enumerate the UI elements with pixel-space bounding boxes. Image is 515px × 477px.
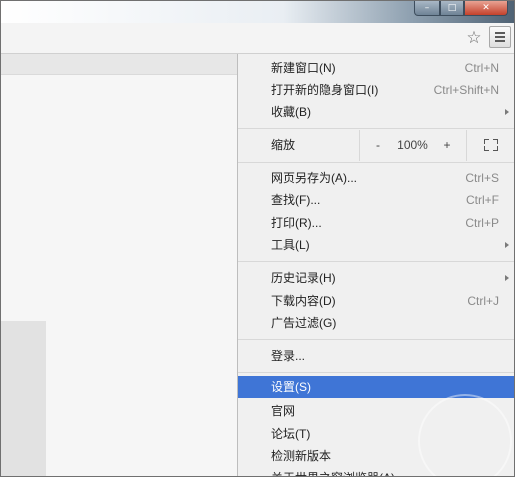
menu-item-shortcut: Ctrl+S — [465, 171, 499, 185]
menu-item-shortcut: Ctrl+N — [464, 61, 499, 75]
menu-separator — [238, 339, 514, 340]
zoom-row: 缩放 - 100% + — [238, 130, 514, 161]
menu-item-shortcut: Ctrl+Shift+N — [433, 83, 499, 97]
menu-item-incognito-window[interactable]: 打开新的隐身窗口(I) Ctrl+Shift+N — [238, 79, 514, 101]
zoom-divider — [466, 130, 467, 161]
menu-item-print[interactable]: 打印(R)... Ctrl+P — [238, 212, 514, 234]
main-menu: 新建窗口(N) Ctrl+N 打开新的隐身窗口(I) Ctrl+Shift+N … — [237, 54, 514, 476]
menu-separator — [238, 372, 514, 373]
browser-window: – □ ✕ ☆ 新建窗口(N) Ctrl+N 打开新的隐身窗口(I) Ctrl+… — [0, 0, 515, 477]
window-controls: – □ ✕ — [414, 1, 508, 17]
minimize-button[interactable]: – — [414, 1, 440, 16]
menu-item-history[interactable]: 历史记录(H) — [238, 267, 514, 289]
menu-item-label: 打开新的隐身窗口(I) — [271, 83, 379, 97]
zoom-label: 缩放 — [271, 138, 296, 152]
menu-item-label: 官网 — [271, 404, 296, 418]
menu-icon[interactable] — [489, 26, 511, 48]
menu-item-shortcut: Ctrl+J — [467, 294, 499, 308]
menu-item-shortcut: Ctrl+F — [466, 193, 499, 207]
menu-item-label: 新建窗口(N) — [271, 61, 336, 75]
zoom-in-button[interactable]: + — [437, 130, 457, 161]
zoom-out-button[interactable]: - — [368, 130, 388, 161]
menu-item-label: 设置(S) — [271, 380, 311, 394]
content-panel — [1, 321, 46, 476]
menu-item-ad-filter[interactable]: 广告过滤(G) — [238, 312, 514, 334]
menu-item-label: 网页另存为(A)... — [271, 171, 357, 185]
menu-item-label: 检测新版本 — [271, 449, 332, 463]
browser-toolbar: ☆ — [1, 23, 514, 54]
menu-separator — [238, 128, 514, 129]
submenu-arrow-icon — [505, 242, 509, 248]
menu-item-label: 收藏(B) — [271, 105, 311, 119]
menu-item-tools[interactable]: 工具(L) — [238, 234, 514, 256]
content-header-band — [1, 54, 237, 75]
menu-separator — [238, 162, 514, 163]
menu-item-bookmarks[interactable]: 收藏(B) — [238, 101, 514, 123]
title-bar: – □ ✕ — [1, 1, 514, 23]
zoom-divider — [359, 130, 360, 161]
menu-item-label: 论坛(T) — [271, 427, 311, 441]
submenu-arrow-icon — [505, 109, 509, 115]
submenu-arrow-icon — [505, 275, 509, 281]
close-button[interactable]: ✕ — [464, 1, 508, 16]
maximize-button[interactable]: □ — [440, 1, 464, 16]
menu-item-label: 广告过滤(G) — [271, 316, 337, 330]
menu-separator — [238, 261, 514, 262]
menu-item-label: 登录... — [271, 349, 306, 363]
menu-item-label: 查找(F)... — [271, 193, 321, 207]
menu-item-shortcut: Ctrl+P — [465, 216, 499, 230]
fullscreen-icon[interactable] — [484, 139, 498, 151]
menu-item-new-window[interactable]: 新建窗口(N) Ctrl+N — [238, 57, 514, 79]
menu-item-label: 关于世界之窗浏览器(A) — [271, 467, 395, 476]
menu-item-label: 工具(L) — [271, 238, 310, 252]
menu-item-label: 下载内容(D) — [271, 294, 336, 308]
menu-item-save-page[interactable]: 网页另存为(A)... Ctrl+S — [238, 167, 514, 189]
bookmark-star-icon[interactable]: ☆ — [464, 28, 484, 48]
menu-item-sign-in[interactable]: 登录... — [238, 345, 514, 367]
menu-item-label: 历史记录(H) — [271, 271, 336, 285]
menu-item-label: 打印(R)... — [271, 216, 322, 230]
menu-item-downloads[interactable]: 下载内容(D) Ctrl+J — [238, 290, 514, 312]
zoom-level: 100% — [397, 138, 428, 152]
menu-item-find[interactable]: 查找(F)... Ctrl+F — [238, 189, 514, 211]
